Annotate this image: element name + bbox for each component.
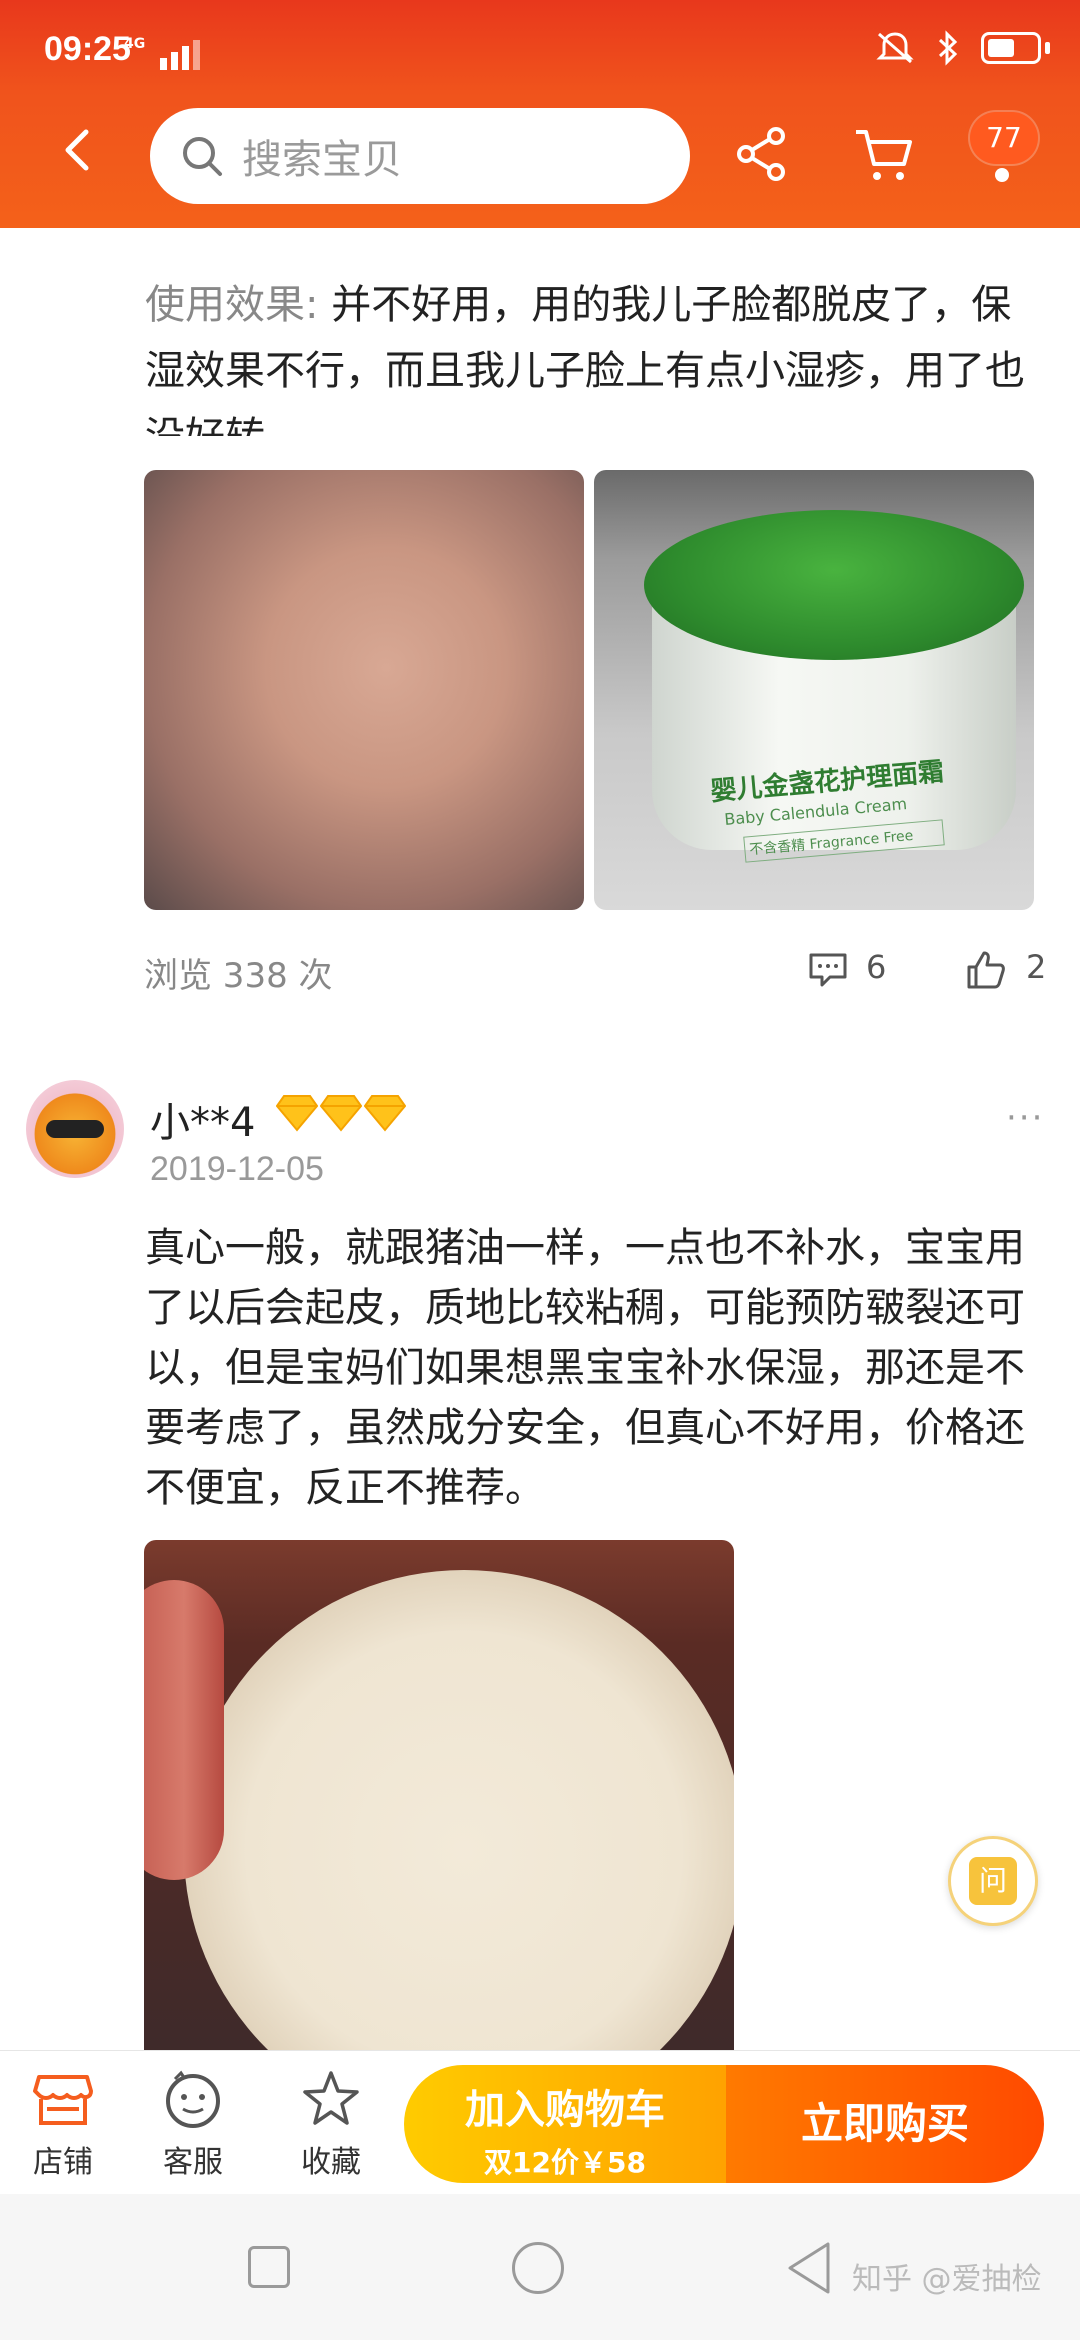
search-input[interactable]: 搜索宝贝 xyxy=(150,108,690,204)
review-photo-cream-jar[interactable]: 婴儿金盏花护理面霜 Baby Calendula Cream 不含香精 Frag… xyxy=(594,470,1034,910)
customer-service-button[interactable]: 客服 xyxy=(138,2069,248,2181)
home-button[interactable] xyxy=(512,2242,564,2294)
watermark: 知乎 @爱抽检 xyxy=(852,2262,1042,2297)
mute-icon xyxy=(876,32,914,64)
bluetooth-icon xyxy=(938,30,958,66)
system-nav-bar: 知乎 @爱抽检 xyxy=(0,2194,1080,2340)
share-icon[interactable] xyxy=(732,124,792,184)
shop-button[interactable]: 店铺 xyxy=(8,2069,118,2181)
store-icon xyxy=(33,2075,93,2125)
reviewer-level xyxy=(276,1094,406,1132)
status-bar: 09:25 4G xyxy=(0,0,1080,84)
status-time: 09:25 xyxy=(44,30,131,68)
app-header: 09:25 4G 搜索宝贝 77 xyxy=(0,0,1080,228)
action-bar: 店铺 客服 收藏 加入购物车 双12价￥58 立即购买 xyxy=(0,2050,1080,2194)
more-options-icon[interactable]: ··· xyxy=(1006,1098,1044,1138)
comment-count: 6 xyxy=(866,948,887,986)
diamond-icon xyxy=(364,1095,406,1132)
network-type: 4G xyxy=(124,36,146,52)
diamond-icon xyxy=(320,1095,362,1132)
status-icons xyxy=(875,30,1050,66)
recent-apps-button[interactable] xyxy=(248,2246,290,2288)
like-count: 2 xyxy=(1026,948,1047,986)
review-text: 真心一般，就跟猪油一样，一点也不补水，宝宝用了以后会起皮，质地比较粘稠，可能预防… xyxy=(145,1225,1025,1511)
review-meta: 浏览 338 次 6 2 xyxy=(144,948,1047,998)
view-count: 浏览 338 次 xyxy=(144,956,333,996)
service-face-icon xyxy=(166,2070,220,2128)
thumbs-up-icon[interactable] xyxy=(966,950,1006,990)
cart-icon[interactable] xyxy=(852,124,916,184)
message-badge[interactable]: 77 xyxy=(970,112,1038,164)
ask-question-button[interactable]: 问 xyxy=(948,1836,1038,1926)
comment-icon[interactable] xyxy=(808,952,848,988)
ask-icon: 问 xyxy=(969,1857,1017,1905)
search-placeholder: 搜索宝贝 xyxy=(242,137,402,183)
avatar[interactable] xyxy=(26,1080,124,1178)
service-label: 客服 xyxy=(163,2145,223,2180)
buy-now-button[interactable]: 立即购买 xyxy=(726,2065,1044,2183)
avatar-sunglasses xyxy=(46,1120,104,1138)
star-icon xyxy=(303,2071,359,2125)
signal-icon xyxy=(160,40,200,70)
review-label: 使用效果: xyxy=(145,282,319,328)
add-to-cart-label: 加入购物车 xyxy=(465,2087,665,2133)
add-to-cart-button[interactable]: 加入购物车 双12价￥58 xyxy=(404,2065,726,2183)
review-photo-cream-texture[interactable] xyxy=(144,1540,734,2060)
back-triangle-icon[interactable] xyxy=(784,2240,834,2296)
review-photo-baby-face[interactable] xyxy=(144,470,584,910)
diamond-icon xyxy=(276,1095,318,1132)
search-icon xyxy=(183,137,222,176)
jar-lid xyxy=(644,510,1024,660)
more-menu-dot[interactable] xyxy=(995,168,1009,182)
promo-price: 双12价￥58 xyxy=(484,2146,646,2179)
cream-surface xyxy=(184,1570,734,2060)
reviewer-name[interactable]: 小**4 xyxy=(150,1090,255,1148)
shop-label: 店铺 xyxy=(33,2145,93,2180)
back-arrow-icon[interactable] xyxy=(50,122,106,178)
finger xyxy=(144,1580,224,1880)
favorite-label: 收藏 xyxy=(301,2145,361,2180)
battery-tip xyxy=(1045,42,1050,54)
favorite-button[interactable]: 收藏 xyxy=(276,2069,386,2181)
battery-icon xyxy=(981,32,1041,64)
review-date: 2019-12-05 xyxy=(150,1150,324,1188)
review-text: 使用效果: 并不好用，用的我儿子脸都脱皮了，保湿效果不行，而且我儿子脸上有点小湿… xyxy=(145,272,1035,436)
